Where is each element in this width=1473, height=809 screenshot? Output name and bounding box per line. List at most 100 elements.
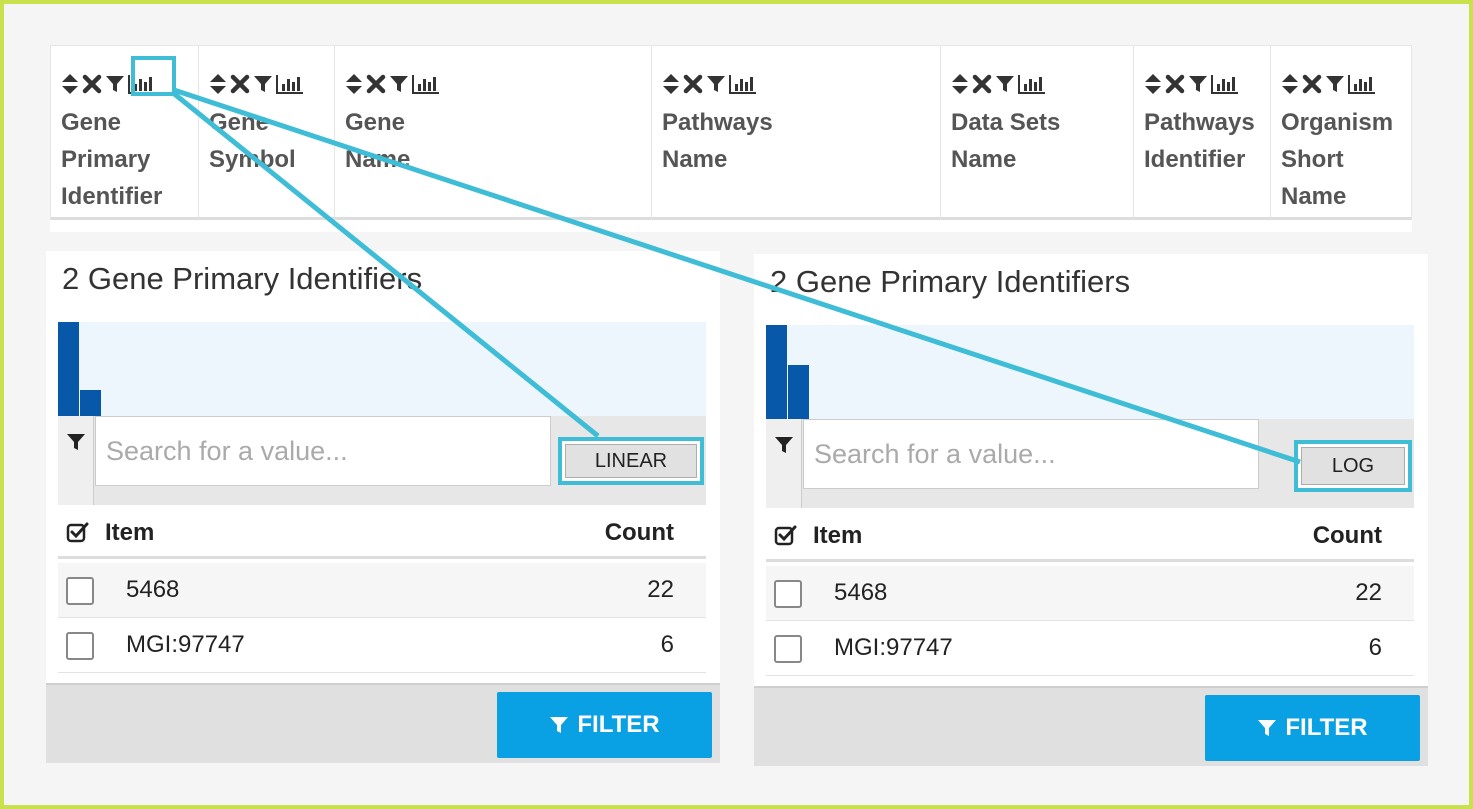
search-input[interactable]	[803, 419, 1259, 489]
filter-icon[interactable]	[105, 74, 125, 94]
remove-icon[interactable]	[82, 74, 102, 94]
column-header-gene-primary-identifier: Gene Primary Identifier	[50, 46, 199, 220]
sort-icon[interactable]	[662, 73, 680, 95]
filter-icon	[1258, 720, 1277, 736]
list-item[interactable]: MGI:97747 6	[58, 618, 706, 673]
filter-icon[interactable]	[1325, 74, 1345, 94]
filter-icon[interactable]	[1188, 74, 1208, 94]
column-label: Gene Primary Identifier	[61, 109, 163, 210]
remove-icon[interactable]	[1302, 74, 1322, 94]
column-header-gene-name: Gene Name	[335, 46, 652, 220]
scale-label: LOG	[1301, 447, 1405, 485]
column-tools	[61, 68, 198, 100]
item-column-header[interactable]: Item	[813, 522, 862, 550]
list-item[interactable]: 5468 22	[766, 566, 1414, 621]
facet-panel-log: 2 Gene Primary Identifiers LOG Item Coun…	[754, 254, 1428, 766]
sort-icon[interactable]	[951, 73, 969, 95]
panel-footer: FILTER	[754, 686, 1428, 766]
item-value: 5468	[126, 576, 180, 603]
item-count: 22	[647, 576, 674, 603]
item-checkbox[interactable]	[66, 632, 94, 660]
column-label: Data Sets Name	[951, 109, 1061, 173]
list-item[interactable]: MGI:97747 6	[766, 621, 1414, 676]
sort-icon[interactable]	[61, 73, 79, 95]
remove-icon[interactable]	[1165, 74, 1185, 94]
column-header-gene-symbol: Gene Symbol	[199, 46, 335, 220]
item-value: MGI:97747	[834, 634, 953, 661]
item-count: 6	[660, 631, 674, 658]
filter-icon[interactable]	[995, 74, 1015, 94]
item-checkbox[interactable]	[774, 635, 802, 663]
count-column-header[interactable]: Count	[1313, 522, 1382, 550]
column-tools	[345, 68, 651, 100]
item-count: 6	[1368, 634, 1382, 661]
remove-icon[interactable]	[683, 74, 703, 94]
column-tools	[662, 68, 940, 100]
search-input[interactable]	[95, 416, 551, 486]
facet-panel-linear: 2 Gene Primary Identifiers LINEAR Item C…	[46, 251, 720, 763]
remove-icon[interactable]	[972, 74, 992, 94]
list-header: Item Count	[58, 507, 706, 559]
item-checkbox[interactable]	[774, 580, 802, 608]
remove-icon[interactable]	[366, 74, 386, 94]
scale-toggle-button[interactable]: LOG	[1294, 440, 1412, 492]
filter-icon[interactable]	[253, 74, 273, 94]
histogram-icon[interactable]	[1348, 74, 1376, 94]
results-table-header: Gene Primary Identifier Gene Symbol Gene…	[50, 45, 1412, 232]
histogram-bar[interactable]	[80, 390, 101, 416]
column-label: Organism Short Name	[1281, 109, 1394, 210]
item-count: 22	[1355, 579, 1382, 606]
histogram-icon[interactable]	[412, 74, 440, 94]
check-all-icon[interactable]	[774, 523, 798, 552]
count-column-header[interactable]: Count	[605, 519, 674, 547]
filter-button-label: FILTER	[577, 711, 660, 738]
histogram-icon[interactable]	[276, 74, 304, 94]
column-header-data-sets-name: Data Sets Name	[941, 46, 1134, 220]
column-tools	[209, 68, 334, 100]
filter-icon	[550, 717, 569, 733]
scale-toggle-button[interactable]: LINEAR	[558, 437, 704, 485]
list-header: Item Count	[766, 510, 1414, 562]
remove-icon[interactable]	[230, 74, 250, 94]
check-all-icon[interactable]	[66, 520, 90, 549]
column-header-pathways-name: Pathways Name	[652, 46, 941, 220]
column-label: Gene Name	[345, 109, 411, 173]
histogram-bar[interactable]	[766, 325, 787, 419]
column-header-organism-short-name: Organism Short Name	[1271, 46, 1412, 220]
item-checkbox[interactable]	[66, 577, 94, 605]
item-column-header[interactable]: Item	[105, 519, 154, 547]
filter-button-label: FILTER	[1285, 714, 1368, 741]
histogram-linear	[58, 322, 706, 416]
histogram-icon[interactable]	[729, 74, 757, 94]
histogram-icon[interactable]	[1211, 74, 1239, 94]
histogram-icon-highlight	[131, 56, 176, 96]
item-value: MGI:97747	[126, 631, 245, 658]
filter-icon[interactable]	[706, 74, 726, 94]
filter-icon	[766, 419, 802, 508]
filter-icon[interactable]	[389, 74, 409, 94]
list-item[interactable]: 5468 22	[58, 563, 706, 618]
scale-label: LINEAR	[565, 444, 697, 478]
column-tools	[1144, 68, 1270, 100]
sort-icon[interactable]	[1144, 73, 1162, 95]
column-label: Gene Symbol	[209, 109, 296, 173]
panel-title: 2 Gene Primary Identifiers	[62, 261, 423, 296]
column-header-pathways-identifier: Pathways Identifier	[1134, 46, 1271, 220]
sort-icon[interactable]	[209, 73, 227, 95]
filter-button[interactable]: FILTER	[1205, 695, 1420, 761]
sort-icon[interactable]	[1281, 73, 1299, 95]
histogram-bar[interactable]	[58, 322, 79, 416]
histogram-log	[766, 325, 1414, 419]
column-tools	[1281, 68, 1411, 100]
filter-button[interactable]: FILTER	[497, 692, 712, 758]
sort-icon[interactable]	[345, 73, 363, 95]
panel-title: 2 Gene Primary Identifiers	[770, 264, 1131, 299]
column-label: Pathways Identifier	[1144, 109, 1255, 173]
column-label: Pathways Name	[662, 109, 773, 173]
panel-footer: FILTER	[46, 683, 720, 763]
histogram-icon[interactable]	[1018, 74, 1046, 94]
filter-icon	[58, 416, 94, 505]
screenshot-frame: Gene Primary Identifier Gene Symbol Gene…	[0, 0, 1473, 809]
histogram-bar[interactable]	[788, 365, 809, 419]
column-tools	[951, 68, 1133, 100]
